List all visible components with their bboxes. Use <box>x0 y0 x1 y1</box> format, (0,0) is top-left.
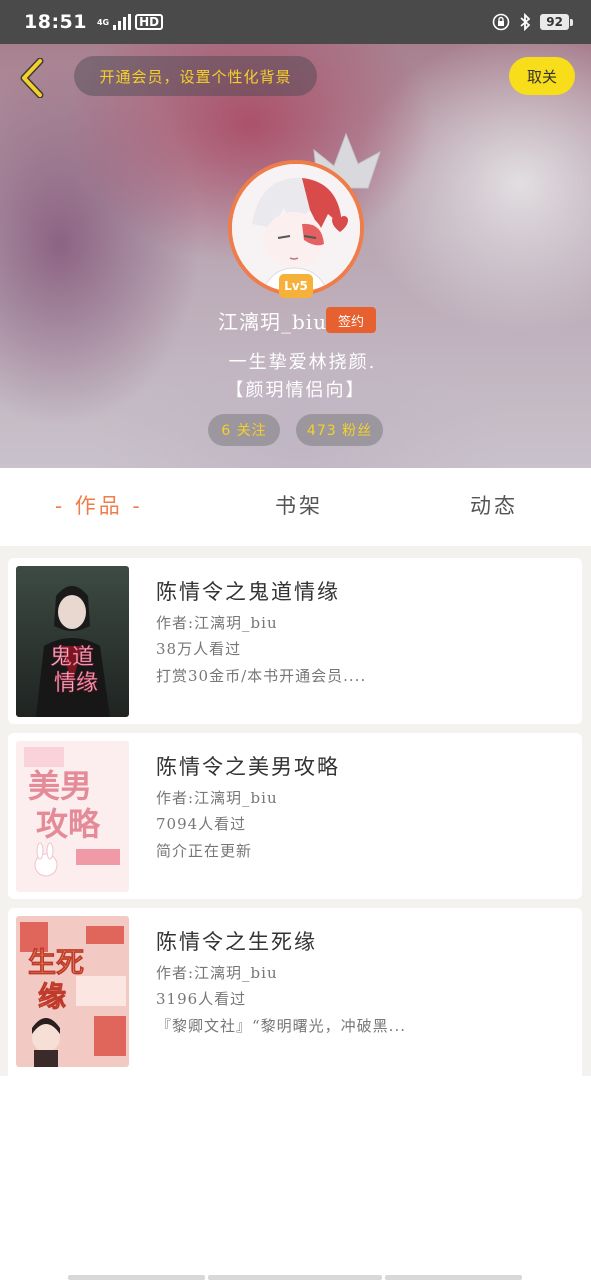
vip-background-prompt[interactable]: 开通会员，设置个性化背景 <box>74 56 317 96</box>
username: 江漓玥_biu <box>218 310 328 334</box>
signed-badge: 签约 <box>326 307 376 333</box>
tab-bookshelf[interactable]: 书架 <box>275 490 323 520</box>
book-card[interactable]: 鬼道 情缘 陈情令之鬼道情缘 作者:江漓玥_biu 38万人看过 打赏30金币/… <box>8 558 582 724</box>
network-indicator: 4G HD <box>96 14 164 30</box>
back-button[interactable] <box>16 57 48 99</box>
fans-count-button[interactable]: 473 粉丝 <box>296 414 383 446</box>
book-cover: 美男 攻略 <box>16 741 129 892</box>
book-card[interactable]: 生死 缘 陈情令之生死缘 作者:江漓玥_biu 3196人看过 『黎卿文社』“黎… <box>8 908 582 1076</box>
book-description: 打赏30金币/本书开通会员.... <box>156 667 367 685</box>
book-author: 作者:江漓玥_biu <box>156 964 278 982</box>
book-title: 陈情令之鬼道情缘 <box>156 580 340 604</box>
cover-title-2: 情缘 <box>54 671 98 696</box>
works-list: 鬼道 情缘 陈情令之鬼道情缘 作者:江漓玥_biu 38万人看过 打赏30金币/… <box>0 546 591 1076</box>
book-card[interactable]: 美男 攻略 陈情令之美男攻略 作者:江漓玥_biu 7094人看过 简介正在更新 <box>8 733 582 899</box>
book-title: 陈情令之生死缘 <box>156 930 317 954</box>
tab-activity[interactable]: 动态 <box>470 490 518 520</box>
bio-line-2: 【颜玥情侣向】 <box>225 380 366 401</box>
nav-hint-right <box>385 1275 522 1280</box>
battery-indicator: 92 <box>540 14 573 30</box>
signal-icon <box>113 14 132 30</box>
chevron-left-icon <box>20 57 44 99</box>
unfollow-button[interactable]: 取关 <box>509 57 575 95</box>
nav-hint-center <box>208 1275 382 1280</box>
book-title: 陈情令之美男攻略 <box>156 755 340 779</box>
hd-badge: HD <box>135 14 164 30</box>
status-time: 18:51 <box>24 11 87 33</box>
status-bar: 18:51 4G HD 92 <box>0 0 591 44</box>
lock-rotation-icon <box>492 13 510 31</box>
bio-line-1: 一生挚爱林挠颜. <box>228 352 377 373</box>
book-description: 『黎卿文社』“黎明曙光，冲破黑... <box>156 1017 406 1035</box>
cover-title: 鬼道 <box>50 645 94 670</box>
book-cover: 生死 缘 <box>16 916 129 1067</box>
book-description: 简介正在更新 <box>156 842 253 860</box>
network-type: 4G <box>96 17 110 27</box>
profile-header: 开通会员，设置个性化背景 取关 Lv5 江漓玥_biu 签约 一生挚爱林挠颜. … <box>0 44 591 468</box>
cover-title: 美男 <box>28 767 92 805</box>
book-cover: 鬼道 情缘 <box>16 566 129 717</box>
book-author: 作者:江漓玥_biu <box>156 614 278 632</box>
book-author: 作者:江漓玥_biu <box>156 789 278 807</box>
cover-title-2: 攻略 <box>36 805 101 843</box>
following-count-button[interactable]: 6 关注 <box>208 414 280 446</box>
tab-works[interactable]: - 作品 - <box>55 490 143 520</box>
profile-tabs: - 作品 - 书架 动态 <box>0 468 591 546</box>
level-badge: Lv5 <box>279 274 313 298</box>
book-views: 7094人看过 <box>156 815 247 833</box>
nav-hint-left <box>68 1275 205 1280</box>
cover-title: 生死 <box>28 946 84 979</box>
book-views: 38万人看过 <box>156 640 242 658</box>
cover-title-2: 缘 <box>38 980 66 1013</box>
bluetooth-icon <box>520 13 531 31</box>
book-views: 3196人看过 <box>156 990 247 1008</box>
status-right: 92 <box>492 13 573 31</box>
avatar-image <box>232 164 360 292</box>
